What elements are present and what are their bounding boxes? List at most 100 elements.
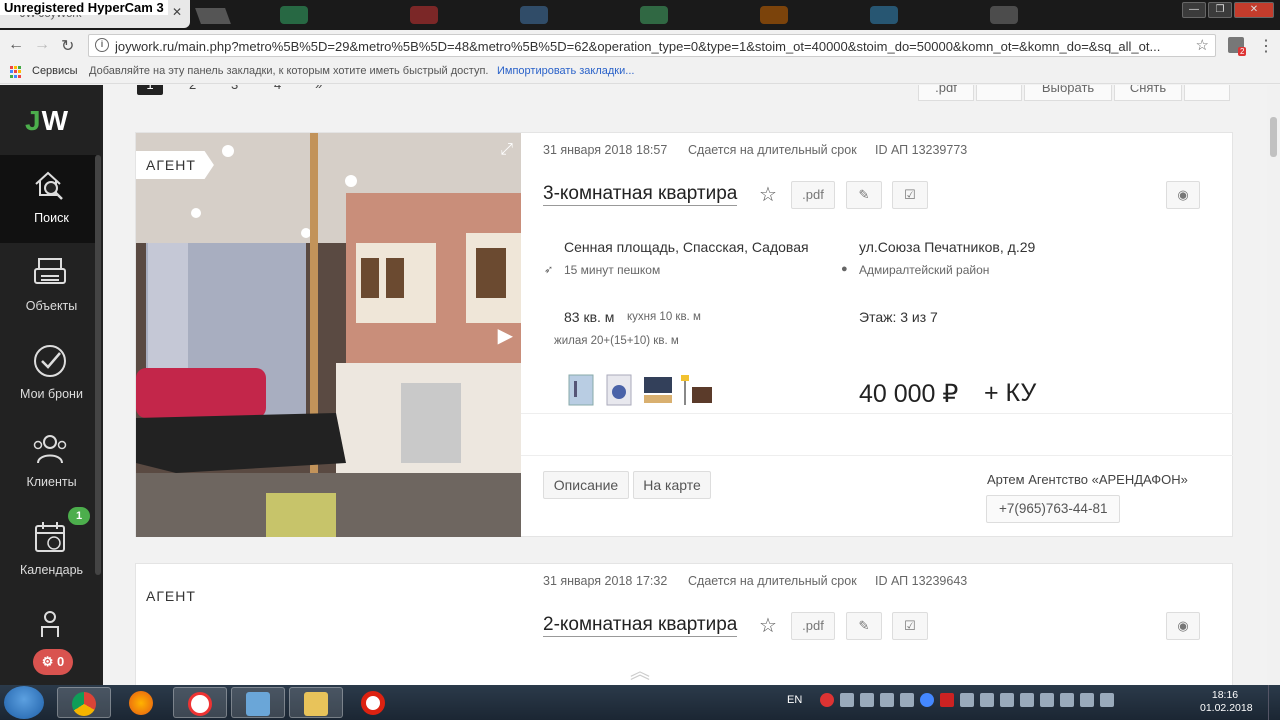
checkbox-icon[interactable]: ☑ <box>892 181 928 209</box>
clock[interactable]: 18:16 01.02.2018 <box>1200 689 1253 715</box>
yandex-icon <box>188 692 212 716</box>
network-icon[interactable] <box>1060 693 1074 707</box>
sidebar-item-label: Календарь <box>19 563 84 577</box>
battery-icon[interactable] <box>1100 693 1114 707</box>
unselect-button[interactable]: Снять <box>1114 85 1182 101</box>
bluetooth-icon[interactable] <box>1020 693 1034 707</box>
sidebar-item-label: Клиенты <box>26 475 77 489</box>
tray-icon[interactable] <box>960 693 974 707</box>
floor-info: Этаж: 3 из 7 <box>859 309 938 325</box>
tray-icon[interactable] <box>920 693 934 707</box>
system-tray <box>820 693 1114 707</box>
phone-button[interactable]: +7(965)763-44-81 <box>986 495 1121 523</box>
calendar-badge: 1 <box>68 507 90 525</box>
page-scroll-thumb[interactable] <box>1270 117 1277 157</box>
explorer-taskbar-button[interactable] <box>289 687 343 718</box>
tray-icon[interactable] <box>940 693 954 707</box>
description-button[interactable]: Описание <box>543 471 629 499</box>
apps-grid-icon[interactable] <box>10 66 22 78</box>
opera-taskbar-button[interactable] <box>347 687 401 718</box>
reload-icon[interactable]: ↻ <box>61 36 74 56</box>
eye-icon[interactable]: ◉ <box>1166 612 1200 640</box>
checkbox-icon[interactable]: ☑ <box>892 612 928 640</box>
favorite-star-icon[interactable]: ☆ <box>759 182 777 207</box>
page-4[interactable]: 4 <box>274 85 281 92</box>
favorite-star-icon[interactable]: ☆ <box>759 613 777 638</box>
tray-icon[interactable] <box>980 693 994 707</box>
expand-icon[interactable]: ⤢ <box>500 141 513 159</box>
volume-icon[interactable] <box>1080 693 1094 707</box>
site-info-icon[interactable]: i <box>95 38 109 52</box>
recorder-icon[interactable] <box>820 693 834 707</box>
address-bar[interactable]: i joywork.ru/main.php?metro%5B%5D=29&met… <box>88 34 1216 57</box>
agent-name: Артем Агентство «АРЕНДАФОН» <box>987 472 1188 487</box>
print-icon[interactable] <box>976 85 1022 101</box>
sidebar-item-label: Объекты <box>25 299 78 313</box>
bookmark-star-icon[interactable]: ☆ <box>1196 36 1209 54</box>
pdf-button[interactable]: .pdf <box>791 612 835 640</box>
firefox-icon <box>129 691 153 715</box>
living-area: жилая 20+(15+10) кв. м <box>554 335 679 347</box>
sidebar-scrollbar[interactable] <box>95 155 101 575</box>
sidebar-item-more[interactable] <box>0 595 96 640</box>
sidebar-item-search[interactable]: Поиск <box>0 155 96 243</box>
page-1[interactable]: 1 <box>137 85 163 95</box>
sidebar-item-objects[interactable]: Объекты <box>0 243 96 331</box>
listing-term: Сдается на длительный срок <box>688 574 857 588</box>
desktop-blur-shape <box>280 6 308 24</box>
listing-date: 31 января 2018 <box>543 574 633 588</box>
pdf-all-button[interactable]: .pdf <box>918 85 974 101</box>
start-button[interactable] <box>4 686 44 719</box>
browser-menu-icon[interactable]: ⋮ <box>1258 36 1274 56</box>
sidebar-item-bookings[interactable]: Мои брони <box>0 331 96 419</box>
listing-title[interactable]: 3-комнатная квартира <box>543 183 738 206</box>
close-window-button[interactable]: ✕ <box>1234 2 1274 18</box>
services-link[interactable]: Сервисы <box>32 65 78 77</box>
joywork-logo[interactable]: JW <box>25 105 69 137</box>
page-2[interactable]: 2 <box>189 85 196 92</box>
url-text[interactable]: joywork.ru/main.php?metro%5B%5D=29&metro… <box>115 39 1185 54</box>
scroll-up-icon[interactable]: ︽ <box>630 655 650 684</box>
eye-icon[interactable]: ◉ <box>1166 181 1200 209</box>
chrome-taskbar-button[interactable] <box>57 687 111 718</box>
pin-icon[interactable]: ✎ <box>846 612 882 640</box>
show-desktop-button[interactable] <box>1268 685 1280 720</box>
page-scrollbar[interactable] <box>1267 85 1280 685</box>
map-button[interactable]: На карте <box>633 471 711 499</box>
minimize-button[interactable]: — <box>1182 2 1206 18</box>
sidebar-item-calendar[interactable]: 1 Календарь <box>0 507 96 595</box>
pin-icon[interactable]: ✎ <box>846 181 882 209</box>
new-tab-button[interactable] <box>195 8 231 24</box>
flag-icon[interactable] <box>1040 693 1054 707</box>
restore-button[interactable]: ❐ <box>1208 2 1232 18</box>
tray-icon[interactable] <box>900 693 914 707</box>
counter-badge[interactable]: ⚙ 0 <box>33 649 73 675</box>
tab-close-icon[interactable]: ✕ <box>172 5 182 19</box>
desktop-blur-shape <box>410 6 438 24</box>
listing-title[interactable]: 2-комнатная квартира <box>543 614 738 637</box>
tray-icon[interactable] <box>840 693 854 707</box>
pagination-bar: 1 2 3 4 » .pdf Выбрать Снять <box>103 85 1267 121</box>
edit-icon[interactable] <box>1184 85 1230 101</box>
divider <box>521 455 1233 456</box>
washing-machine-icon <box>604 373 634 407</box>
sidebar-item-clients[interactable]: Клиенты <box>0 419 96 507</box>
firefox-taskbar-button[interactable] <box>115 687 169 718</box>
tray-icon[interactable] <box>860 693 874 707</box>
page-3[interactable]: 3 <box>231 85 238 92</box>
next-photo-icon[interactable]: ▶ <box>498 323 513 348</box>
page-next[interactable]: » <box>315 85 322 92</box>
import-bookmarks-link[interactable]: Импортировать закладки... <box>497 65 634 77</box>
yandex-taskbar-button[interactable] <box>173 687 227 718</box>
tray-icon[interactable] <box>1000 693 1014 707</box>
tv-icon <box>642 373 672 407</box>
computer-taskbar-button[interactable] <box>231 687 285 718</box>
back-icon[interactable]: ← <box>8 36 24 54</box>
language-indicator[interactable]: EN <box>787 694 802 706</box>
listing-photo[interactable]: АГЕНТ ⤢ ▶ <box>136 133 521 537</box>
desktop-blur-shape <box>990 6 1018 24</box>
forward-icon[interactable]: → <box>34 36 50 54</box>
select-button[interactable]: Выбрать <box>1024 85 1112 101</box>
pdf-button[interactable]: .pdf <box>791 181 835 209</box>
tray-icon[interactable] <box>880 693 894 707</box>
